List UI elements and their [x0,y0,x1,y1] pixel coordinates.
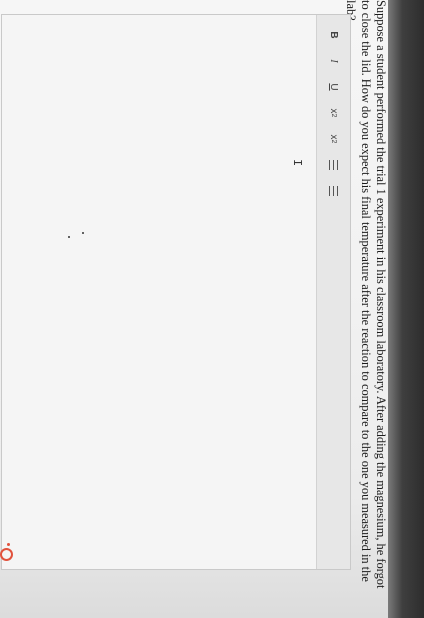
subscript-mark: 2 [330,113,337,118]
answer-text-area[interactable]: I [0,15,316,569]
superscript-button[interactable]: x2 [324,131,344,147]
numbered-list-button[interactable] [324,157,344,173]
underline-button[interactable]: U [324,79,344,95]
monitor-bezel [388,0,424,618]
text-cursor-icon: I [290,159,304,167]
subscript-button[interactable]: x2 [324,105,344,121]
editor-toolbar: B I U x2 x2 [316,15,350,569]
grammar-checker-icon[interactable] [0,543,16,561]
grammar-checker-ring [0,548,13,561]
bulleted-list-button[interactable] [324,183,344,199]
numbered-list-icon [329,160,338,170]
screen: Suppose a student performed the trial 1 … [0,0,388,618]
italic-button[interactable]: I [324,53,344,69]
page-content: Suppose a student performed the trial 1 … [0,0,388,618]
superscript-mark: 2 [330,139,337,144]
screen-speck [82,232,84,234]
answer-editor[interactable]: B I U x2 x2 I [0,14,351,570]
bulleted-list-icon [329,186,338,196]
grammar-checker-dot [7,543,10,546]
screen-speck [68,236,70,238]
bold-button[interactable]: B [324,27,344,43]
